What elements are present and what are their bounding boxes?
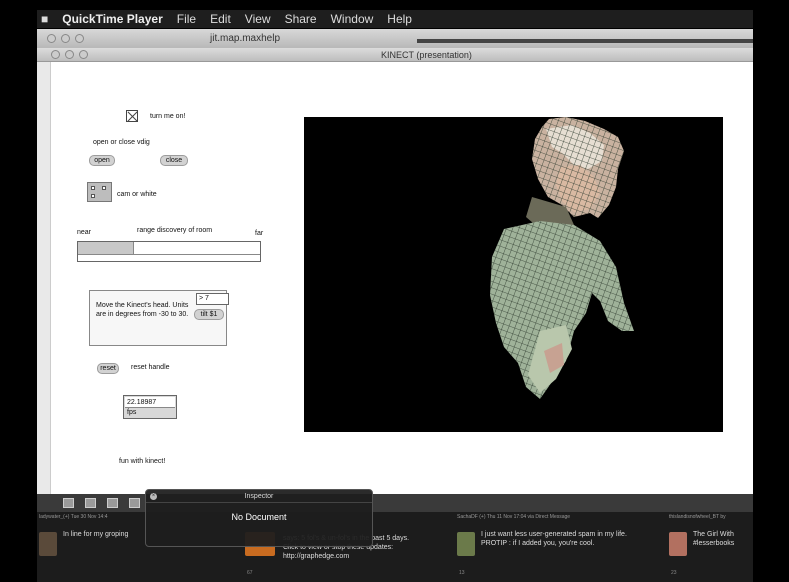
selector-cell[interactable]	[91, 186, 95, 190]
avatar	[669, 532, 687, 556]
tilt-number-box[interactable]: > 7	[196, 293, 229, 305]
toggle-label: turn me on!	[150, 113, 186, 120]
cam-label: cam or white	[117, 191, 157, 198]
inspector-body: No Document	[231, 512, 287, 522]
avatar	[39, 532, 57, 556]
close-window-icon[interactable]	[47, 34, 56, 43]
zoom-window-icon[interactable]	[75, 34, 84, 43]
tilt-panel: Move the Kinect's head. Units are in deg…	[89, 290, 229, 346]
avatar	[457, 532, 475, 556]
back-window-divider	[417, 39, 753, 43]
selector-cell[interactable]	[102, 186, 106, 190]
reset-label: reset handle	[131, 364, 170, 371]
window-controls	[47, 34, 84, 43]
minimize-window-icon[interactable]	[61, 34, 70, 43]
near-label: near	[77, 229, 92, 236]
menubar: ■ QuickTime Player File Edit View Share …	[37, 10, 753, 28]
kinect-window-titlebar[interactable]: KINECT (presentation)	[37, 48, 753, 62]
inspector-icon[interactable]	[129, 498, 140, 508]
feed-count: 13	[459, 570, 465, 576]
lock-icon[interactable]	[63, 498, 74, 508]
range-slider[interactable]	[77, 241, 261, 262]
close-window-icon[interactable]	[51, 50, 60, 59]
torso-mesh	[490, 221, 634, 399]
kinect-window: KINECT (presentation) turn me on! open o…	[37, 48, 753, 520]
grid-icon[interactable]	[107, 498, 118, 508]
fps-value: 22.18987	[125, 397, 175, 408]
feed-meta: thislandisnofwheel_BT by	[669, 514, 726, 520]
zoom-window-icon[interactable]	[79, 50, 88, 59]
menu-help[interactable]: Help	[387, 12, 412, 26]
close-icon[interactable]: ×	[150, 493, 157, 500]
menu-share[interactable]: Share	[285, 12, 317, 26]
menu-file[interactable]: File	[177, 12, 196, 26]
back-window-title: jit.map.maxhelp	[210, 33, 281, 44]
depth-render	[490, 117, 634, 399]
menu-window[interactable]: Window	[331, 12, 374, 26]
kinect-window-title: KINECT (presentation)	[381, 50, 472, 60]
cam-white-selector[interactable]	[87, 182, 112, 202]
menu-edit[interactable]: Edit	[210, 12, 231, 26]
far-label: far	[255, 230, 264, 237]
open-button[interactable]: open	[89, 155, 115, 166]
minimize-window-icon[interactable]	[65, 50, 74, 59]
menu-view[interactable]: View	[245, 12, 271, 26]
open-close-label: open or close vdig	[93, 139, 150, 146]
feed-item[interactable]: thislandisnofwheel_BT by The Girl With #…	[669, 514, 753, 580]
feed-text: I just want less user-generated spam in …	[481, 531, 627, 547]
selector-cell[interactable]	[91, 194, 95, 198]
reset-button[interactable]: reset	[97, 363, 119, 374]
apple-icon[interactable]: ■	[41, 12, 48, 26]
feed-item[interactable]: SachaDF (+) Thu 11 Nov 17:04 via Direct …	[457, 514, 657, 580]
range-label: range discovery of room	[137, 227, 213, 234]
app-menu[interactable]: QuickTime Player	[62, 12, 163, 26]
inspector-title: Inspector	[146, 490, 372, 503]
feed-count: 67	[247, 570, 253, 576]
tilt-comment: Move the Kinect's head. Units are in deg…	[96, 302, 189, 318]
inspector-panel[interactable]: × Inspector No Document	[145, 489, 373, 547]
vdig-toggle[interactable]	[126, 110, 138, 122]
footer-label: fun with kinect!	[119, 458, 166, 465]
range-slider-track	[78, 254, 260, 255]
add-icon[interactable]	[85, 498, 96, 508]
fps-display: 22.18987 fps	[123, 395, 177, 419]
feed-count: 23	[671, 570, 677, 576]
window-controls	[51, 50, 88, 59]
back-window-edge	[37, 62, 51, 520]
range-slider-fill	[78, 242, 135, 254]
feed-text: The Girl With #lesserbooks	[693, 531, 735, 547]
kinect-depth-view[interactable]	[304, 117, 723, 432]
back-window[interactable]: jit.map.maxhelp	[37, 29, 753, 49]
fps-label: fps	[127, 409, 137, 416]
feed-meta: SachaDF (+) Thu 11 Nov 17:04 via Direct …	[457, 514, 571, 520]
close-button[interactable]: close	[160, 155, 188, 166]
tilt-message[interactable]: tilt $1	[194, 309, 224, 320]
